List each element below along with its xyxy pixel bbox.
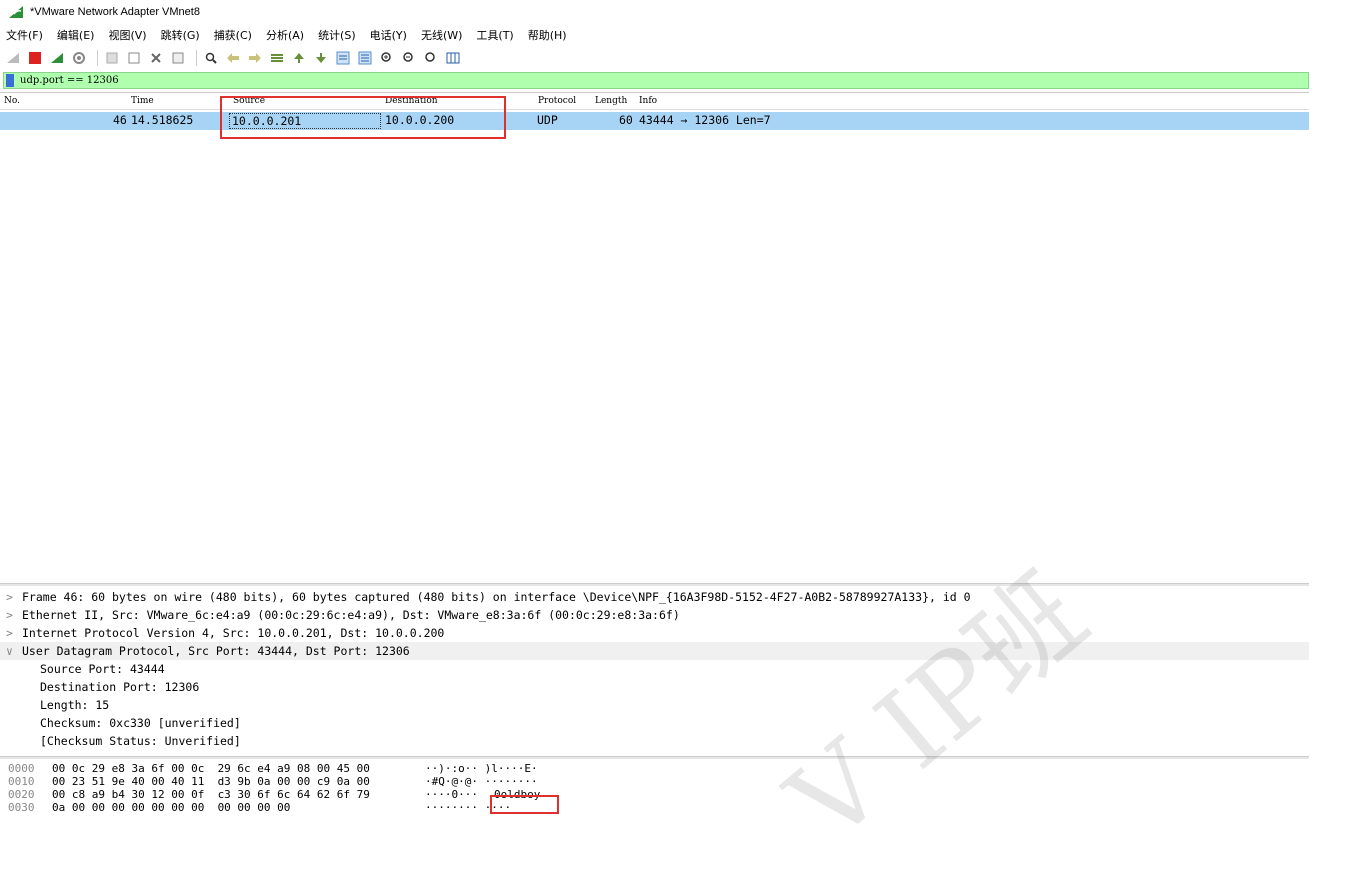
bookmark-icon[interactable] xyxy=(4,73,16,88)
hex-ascii: ····0··· xyxy=(425,788,485,801)
hex-row[interactable]: 0030 0a 00 00 00 00 00 00 00 00 00 00 00 ·… xyxy=(0,801,1309,814)
last-packet-icon[interactable] xyxy=(312,49,330,67)
pane-divider[interactable] xyxy=(0,756,1309,759)
detail-udp[interactable]: ∨ User Datagram Protocol, Src Port: 43444… xyxy=(0,642,1309,660)
hex-row[interactable]: 0000 00 0c 29 e8 3a 6f 00 0c 29 6c e4 a9 … xyxy=(0,762,1309,775)
hex-bytes: 0a 00 00 00 00 00 00 00 00 00 00 00 xyxy=(52,801,291,814)
column-header-protocol[interactable]: Protocol xyxy=(538,96,576,106)
window-title: *VMware Network Adapter VMnet8 xyxy=(30,6,200,18)
menu-file[interactable]: 文件(F) xyxy=(6,27,43,43)
main-toolbar xyxy=(0,48,466,68)
resize-columns-icon[interactable] xyxy=(444,49,462,67)
hex-row[interactable]: 0010 00 23 51 9e 40 00 40 11 d3 9b 0a 00 … xyxy=(0,775,1309,788)
start-capture-icon[interactable] xyxy=(4,49,22,67)
detail-frame[interactable]: > Frame 46: 60 bytes on wire (480 bits), … xyxy=(0,588,1309,606)
title-bar: *VMware Network Adapter VMnet8 xyxy=(0,0,1350,24)
hex-bytes: 00 c8 a9 b4 30 12 00 0f c3 30 6f 6c 64 6… xyxy=(52,788,370,801)
detail-udp-dst-port[interactable]: Destination Port: 12306 xyxy=(0,678,1309,696)
hex-row[interactable]: 0020 00 c8 a9 b4 30 12 00 0f c3 30 6f 6c … xyxy=(0,788,1309,801)
packet-protocol: UDP xyxy=(537,113,558,127)
packet-list: No. Time Source Destination Protocol Len… xyxy=(0,92,1309,582)
detail-ethernet[interactable]: > Ethernet II, Src: VMware_6c:e4:a9 (00:0… xyxy=(0,606,1309,624)
highlight-box-payload xyxy=(490,795,559,814)
save-file-icon[interactable] xyxy=(125,49,143,67)
autoscroll-icon[interactable] xyxy=(334,49,352,67)
go-back-icon[interactable] xyxy=(224,49,242,67)
packet-no: 46 xyxy=(113,113,127,127)
column-header-no[interactable]: No. xyxy=(4,96,20,106)
first-packet-icon[interactable] xyxy=(290,49,308,67)
hex-offset: 0000 xyxy=(8,762,35,775)
hex-ascii: ·#Q·@·@· ········ xyxy=(425,775,538,788)
menu-go[interactable]: 跳转(G) xyxy=(161,27,200,43)
hex-ascii: ··)·:o·· )l····E· xyxy=(425,762,538,775)
wireshark-logo-icon xyxy=(9,6,23,18)
expand-arrow-icon[interactable]: > xyxy=(6,624,22,642)
detail-udp-text: User Datagram Protocol, Src Port: 43444,… xyxy=(22,644,410,658)
hex-offset: 0030 xyxy=(8,801,35,814)
expand-arrow-icon[interactable]: > xyxy=(6,606,22,624)
column-header-length[interactable]: Length xyxy=(595,96,627,106)
detail-ip-text: Internet Protocol Version 4, Src: 10.0.0… xyxy=(22,626,445,640)
menu-tools[interactable]: 工具(T) xyxy=(476,27,513,43)
reload-file-icon[interactable] xyxy=(169,49,187,67)
detail-ethernet-text: Ethernet II, Src: VMware_6c:e4:a9 (00:0c… xyxy=(22,608,680,622)
expand-arrow-icon[interactable]: > xyxy=(6,588,22,606)
menu-statistics[interactable]: 统计(S) xyxy=(318,27,356,43)
menu-wireless[interactable]: 无线(W) xyxy=(421,27,462,43)
menu-telephony[interactable]: 电话(Y) xyxy=(370,27,407,43)
packet-info: 43444 → 12306 Len=7 xyxy=(639,113,771,127)
go-forward-icon[interactable] xyxy=(246,49,264,67)
menu-capture[interactable]: 捕获(C) xyxy=(214,27,252,43)
packet-details: > Frame 46: 60 bytes on wire (480 bits), … xyxy=(0,588,1309,754)
menu-help[interactable]: 帮助(H) xyxy=(528,27,567,43)
display-filter-bar[interactable]: udp.port == 12306 xyxy=(3,72,1309,89)
column-header-info[interactable]: Info xyxy=(639,96,657,106)
zoom-out-icon[interactable] xyxy=(400,49,418,67)
display-filter-input[interactable]: udp.port == 12306 xyxy=(20,75,119,86)
detail-udp-length[interactable]: Length: 15 xyxy=(0,696,1309,714)
packet-length: 60 xyxy=(619,113,633,127)
restart-capture-icon[interactable] xyxy=(48,49,66,67)
packet-bytes: 0000 00 0c 29 e8 3a 6f 00 0c 29 6c e4 a9 … xyxy=(0,762,1309,838)
detail-udp-checksum[interactable]: Checksum: 0xc330 [unverified] xyxy=(0,714,1309,732)
menu-view[interactable]: 视图(V) xyxy=(108,27,146,43)
open-file-icon[interactable] xyxy=(103,49,121,67)
column-header-time[interactable]: Time xyxy=(131,96,154,106)
packet-time: 14.518625 xyxy=(131,113,194,127)
collapse-arrow-icon[interactable]: ∨ xyxy=(6,642,22,660)
hex-bytes: 00 23 51 9e 40 00 40 11 d3 9b 0a 00 00 c… xyxy=(52,775,370,788)
stop-capture-icon[interactable] xyxy=(26,49,44,67)
capture-options-icon[interactable] xyxy=(70,49,88,67)
detail-frame-text: Frame 46: 60 bytes on wire (480 bits), 6… xyxy=(22,590,971,604)
detail-udp-checksum-status[interactable]: [Checksum Status: Unverified] xyxy=(0,732,1309,750)
pane-divider[interactable] xyxy=(0,583,1309,586)
go-to-packet-icon[interactable] xyxy=(268,49,286,67)
hex-offset: 0020 xyxy=(8,788,35,801)
close-file-icon[interactable] xyxy=(147,49,165,67)
colorize-icon[interactable] xyxy=(356,49,374,67)
toolbar-separator xyxy=(97,50,98,66)
menu-bar: 文件(F) 编辑(E) 视图(V) 跳转(G) 捕获(C) 分析(A) 统计(S… xyxy=(0,26,581,44)
toolbar-separator xyxy=(196,50,197,66)
highlight-box-addresses xyxy=(220,96,506,139)
detail-ip[interactable]: > Internet Protocol Version 4, Src: 10.0.… xyxy=(0,624,1309,642)
menu-analyze[interactable]: 分析(A) xyxy=(266,27,304,43)
detail-udp-src-port[interactable]: Source Port: 43444 xyxy=(0,660,1309,678)
find-packet-icon[interactable] xyxy=(202,49,220,67)
packet-row[interactable]: 46 14.518625 10.0.0.201 10.0.0.200 UDP 6… xyxy=(0,112,1309,130)
hex-offset: 0010 xyxy=(8,775,35,788)
menu-edit[interactable]: 编辑(E) xyxy=(57,27,95,43)
zoom-in-icon[interactable] xyxy=(378,49,396,67)
zoom-normal-icon[interactable] xyxy=(422,49,440,67)
packet-list-header: No. Time Source Destination Protocol Len… xyxy=(0,93,1309,110)
hex-bytes: 00 0c 29 e8 3a 6f 00 0c 29 6c e4 a9 08 0… xyxy=(52,762,370,775)
